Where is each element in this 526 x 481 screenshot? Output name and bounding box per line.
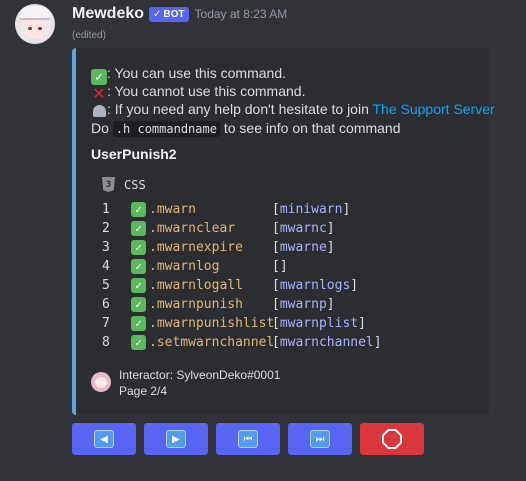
last-page-button[interactable]: ⏭: [288, 423, 352, 455]
check-mark-icon: ✓: [131, 316, 146, 331]
legend-info: Do .h commandname to see info on that co…: [91, 119, 401, 138]
command-name: .mwarnexpire: [149, 240, 243, 255]
code-language-label: CSS: [124, 177, 146, 192]
verified-check-icon: ✓: [153, 8, 162, 20]
command-row: 3 ✓ .mwarnexpire [mwarne]: [102, 238, 382, 257]
check-mark-icon: ✓: [131, 297, 146, 312]
command-name: .mwarnclear: [149, 221, 236, 236]
command-list: 1 ✓ .mwarn [miniwarn] 2 ✓ .mwarnclear [mwarnc] 3…: [102, 200, 382, 352]
line-number: 6: [102, 297, 110, 312]
message-timestamp[interactable]: Today at 8:23 AM: [195, 7, 288, 21]
username[interactable]: Mewdeko: [72, 5, 144, 23]
line-number: 2: [102, 221, 110, 236]
legend-help: : If you need any help don't hesitate to…: [91, 100, 495, 119]
previous-button[interactable]: ◀: [72, 423, 136, 455]
command-alias: [miniwarn]: [272, 202, 351, 217]
command-alias: [mwarnlogs]: [272, 278, 359, 293]
command-row: 8 ✓ .setmwarnchannel [mwarnchannel]: [102, 333, 382, 352]
check-mark-icon: ✓: [131, 335, 146, 350]
legend-info-suffix: to see info on that command: [219, 120, 401, 136]
command-name: .mwarnpunishlist: [149, 316, 275, 331]
command-name: .mwarnlogall: [149, 278, 243, 293]
bell-icon: [91, 103, 107, 119]
legend-info-prefix: Do: [91, 120, 113, 136]
footer-page: Page 2/4: [119, 384, 168, 398]
stop-button[interactable]: [360, 423, 424, 455]
footer-interactor: Interactor: SylveonDeko#0001: [119, 368, 281, 382]
help-embed: ✓: You can use this command. ✕: You cann…: [72, 48, 495, 415]
check-mark-icon: ✓: [131, 221, 146, 236]
command-alias: [mwarnp]: [272, 297, 335, 312]
avatar-eye: [28, 27, 32, 30]
command-row: 5 ✓ .mwarnlogall [mwarnlogs]: [102, 276, 382, 295]
first-page-icon: ⏮: [238, 430, 258, 448]
previous-icon: ◀: [94, 430, 114, 448]
avatar-eye: [38, 27, 42, 30]
pagination-buttons: ◀ ▶ ⏮ ⏭: [72, 423, 424, 455]
next-button[interactable]: ▶: [144, 423, 208, 455]
line-number: 4: [102, 259, 110, 274]
legend-help-text: : If you need any help don't hesitate to…: [107, 101, 373, 117]
line-number: 8: [102, 335, 110, 350]
check-mark-icon: ✓: [131, 259, 146, 274]
command-alias: [mwarnc]: [272, 221, 335, 236]
command-row: 1 ✓ .mwarn [miniwarn]: [102, 200, 382, 219]
command-row: 6 ✓ .mwarnpunish [mwarnp]: [102, 295, 382, 314]
next-icon: ▶: [166, 430, 186, 448]
command-alias: [mwarnchannel]: [272, 335, 382, 350]
last-page-icon: ⏭: [310, 430, 330, 448]
command-name: .mwarn: [149, 202, 196, 217]
check-mark-icon: ✓: [131, 202, 146, 217]
command-row: 4 ✓ .mwarnlog []: [102, 257, 382, 276]
avatar-hat: [19, 6, 51, 20]
bot-badge-label: BOT: [163, 8, 185, 20]
stop-icon: [382, 429, 402, 449]
css-file-icon: 3: [102, 177, 115, 192]
line-number: 3: [102, 240, 110, 255]
inline-code-command: .h commandname: [112, 121, 220, 137]
module-title: UserPunish2: [91, 146, 177, 162]
edited-label: (edited): [72, 30, 106, 41]
bot-avatar[interactable]: [15, 4, 55, 44]
first-page-button[interactable]: ⏮: [216, 423, 280, 455]
code-block-header: 3 CSS: [102, 177, 146, 192]
command-name: .mwarnlog: [149, 259, 220, 274]
legend-cannot-use-text: : You cannot use this command.: [107, 83, 306, 99]
check-mark-icon: ✓: [131, 240, 146, 255]
legend-can-use-text: : You can use this command.: [107, 65, 286, 81]
interactor-avatar: [91, 372, 111, 392]
command-alias: [mwarnplist]: [272, 316, 366, 331]
command-alias: [mwarne]: [272, 240, 335, 255]
command-row: 7 ✓ .mwarnpunishlist [mwarnplist]: [102, 314, 382, 333]
check-mark-icon: ✓: [131, 278, 146, 293]
command-row: 2 ✓ .mwarnclear [mwarnc]: [102, 219, 382, 238]
command-name: .mwarnpunish: [149, 297, 243, 312]
command-alias: []: [272, 259, 288, 274]
line-number: 5: [102, 278, 110, 293]
command-name: .setmwarnchannel: [149, 335, 275, 350]
message-header: Mewdeko ✓ BOT Today at 8:23 AM: [72, 5, 287, 23]
support-server-link[interactable]: The Support Server: [373, 101, 495, 117]
bot-badge: ✓ BOT: [149, 6, 189, 22]
line-number: 7: [102, 316, 110, 331]
line-number: 1: [102, 202, 110, 217]
